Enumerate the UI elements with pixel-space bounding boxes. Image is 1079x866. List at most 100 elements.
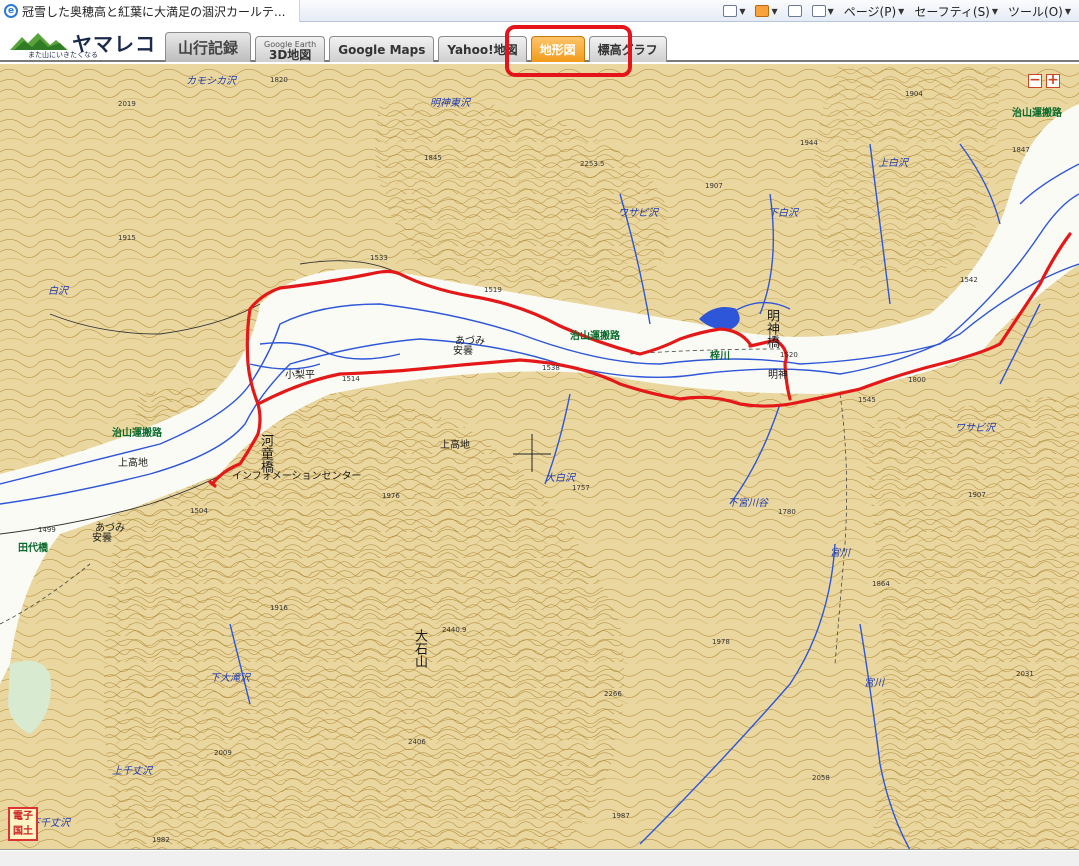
printer-icon xyxy=(811,5,826,17)
feeds-button[interactable]: ▼ xyxy=(755,5,778,17)
stream-label: 明神東沢 xyxy=(430,98,470,109)
elevation-label: 2058 xyxy=(812,774,830,782)
zoom-out-button[interactable]: − xyxy=(1028,73,1042,88)
chevron-down-icon: ▼ xyxy=(771,6,778,16)
page-menu[interactable]: ページ(P) ▼ xyxy=(844,3,905,20)
place-label-vertical: 明神橋 xyxy=(764,309,779,348)
elevation-label: 2253.5 xyxy=(580,160,605,168)
mountain-logo-icon xyxy=(10,33,68,50)
stream-label: 宮川 xyxy=(864,678,884,689)
status-bar xyxy=(0,851,1079,866)
print-button[interactable]: ▼ xyxy=(811,5,834,17)
chevron-down-icon: ▼ xyxy=(898,6,905,16)
stream-label: ワサビ沢 xyxy=(618,208,658,219)
map-canvas xyxy=(0,64,1079,849)
elevation-label: 1847 xyxy=(1012,146,1030,154)
browser-window: e 冠雪した奥穂高と紅葉に大満足の涸沢カールテ... ▼ ▼ ▼ ページ(P) ▼… xyxy=(0,0,1079,866)
elevation-label: 1514 xyxy=(342,375,360,383)
tab-label: Google Maps xyxy=(338,42,426,57)
elevation-label: 1864 xyxy=(872,580,890,588)
elevation-label: 2019 xyxy=(118,100,136,108)
elevation-label: 1545 xyxy=(858,396,876,404)
elevation-label: 1780 xyxy=(778,508,796,516)
stream-label: 下白沢 xyxy=(768,208,798,219)
safety-menu-label: セーフティ(S) xyxy=(914,4,990,19)
elevation-label: 2009 xyxy=(214,749,232,757)
zoom-in-button[interactable]: + xyxy=(1046,72,1060,88)
home-button[interactable]: ▼ xyxy=(723,5,745,17)
elevation-label: 1520 xyxy=(780,351,798,359)
safety-menu[interactable]: セーフティ(S) ▼ xyxy=(914,3,998,20)
elevation-label: 1907 xyxy=(705,182,723,190)
road-label: 治山運搬路 xyxy=(112,428,162,439)
stream-label: 宮川 xyxy=(830,548,850,559)
elevation-label: 2266 xyxy=(604,690,622,698)
elevation-label: 2031 xyxy=(1016,670,1034,678)
tab-record[interactable]: 山行記録 xyxy=(165,32,252,62)
brand-tagline: また山にいきたくなる xyxy=(28,51,98,59)
mail-button[interactable] xyxy=(787,5,802,17)
stream-label: 下宮川谷 xyxy=(728,498,768,509)
attribution-label: 電子国土 xyxy=(13,811,33,837)
page-menu-label: ページ(P) xyxy=(843,4,897,19)
elevation-label: 1519 xyxy=(484,286,502,294)
elevation-label: 2406 xyxy=(408,738,426,746)
tab-google-maps[interactable]: Google Maps xyxy=(329,36,435,62)
elevation-label: 1976 xyxy=(382,492,400,500)
place-label: インフォメーションセンター xyxy=(232,471,362,482)
ie-icon: e xyxy=(4,4,18,18)
stream-label: カモシカ沢 xyxy=(186,76,236,87)
rss-icon xyxy=(755,5,770,17)
elevation-label: 1542 xyxy=(960,276,978,284)
elevation-label: 1904 xyxy=(905,90,923,98)
topo-map[interactable]: 上高地 インフォメーションセンター 安曇 あづみ 小梨平 明神 上高地 安曇 あづみ 大石山 明神橋… xyxy=(0,64,1079,850)
browser-command-bar: e 冠雪した奥穂高と紅葉に大満足の涸沢カールテ... ▼ ▼ ▼ ページ(P) ▼… xyxy=(0,0,1079,22)
stream-label: ワサビ沢 xyxy=(955,423,995,434)
tools-menu[interactable]: ツール(O) ▼ xyxy=(1008,3,1071,20)
place-label: 明神 xyxy=(768,370,788,381)
place-label: 小梨平 xyxy=(285,370,315,381)
tab-3d-map[interactable]: Google Earth 3D地図 xyxy=(255,36,326,62)
place-label-vertical: 大石山 xyxy=(412,629,427,668)
elevation-label: 1757 xyxy=(572,484,590,492)
browser-tab-title: 冠雪した奥穂高と紅葉に大満足の涸沢カールテ... xyxy=(22,4,286,19)
tab-label: 山行記録 xyxy=(178,39,239,57)
elevation-label: 1538 xyxy=(542,364,560,372)
tab-label: 3D地図 xyxy=(268,47,312,62)
stream-label: 下大滝沢 xyxy=(210,673,250,684)
place-label-vertical: 河童橋 xyxy=(258,434,273,473)
elevation-label: 1978 xyxy=(712,638,730,646)
tools-menu-label: ツール(O) xyxy=(1008,4,1063,19)
chevron-down-icon: ▼ xyxy=(1064,6,1071,16)
place-label: 上高地 xyxy=(440,440,470,451)
elevation-label: 1499 xyxy=(38,526,56,534)
browser-tab[interactable]: e 冠雪した奥穂高と紅葉に大満足の涸沢カールテ... xyxy=(0,0,300,22)
elevation-label: 1504 xyxy=(190,507,208,515)
road-label: 田代橋 xyxy=(18,543,48,554)
stream-label: 白沢 xyxy=(48,286,68,297)
yamareco-logo[interactable]: ヤマレコ また山にいきたくなる xyxy=(10,28,160,60)
denshi-kokudo-badge[interactable]: 電子国土 xyxy=(8,807,38,841)
chevron-down-icon: ▼ xyxy=(991,6,999,16)
place-label: 上高地 xyxy=(118,458,148,469)
elevation-label: 1820 xyxy=(270,76,288,84)
road-label: 治山運搬路 xyxy=(570,331,620,342)
active-tab-highlight xyxy=(505,25,632,77)
stream-label: 上白沢 xyxy=(878,158,908,169)
command-bar-buttons: ▼ ▼ ▼ ページ(P) ▼ セーフティ(S) ▼ ツール(O) ▼ xyxy=(723,0,1071,22)
road-label: 治山運搬路 xyxy=(1012,108,1062,119)
chevron-down-icon: ▼ xyxy=(827,6,834,16)
elevation-label: 1533 xyxy=(370,254,388,262)
road-label: 梓川 xyxy=(710,351,730,362)
elevation-label: 1982 xyxy=(152,836,170,844)
plus-icon: + xyxy=(1047,72,1059,88)
elevation-label: 1944 xyxy=(800,139,818,147)
elevation-label: 1915 xyxy=(118,234,136,242)
home-icon xyxy=(723,5,738,17)
place-label: あづみ xyxy=(455,336,485,347)
elevation-label: 1800 xyxy=(908,376,926,384)
stream-label: 上千丈沢 xyxy=(112,766,152,777)
place-label: あづみ xyxy=(95,523,125,534)
chevron-down-icon: ▼ xyxy=(739,6,746,16)
elevation-label: 1845 xyxy=(424,154,442,162)
